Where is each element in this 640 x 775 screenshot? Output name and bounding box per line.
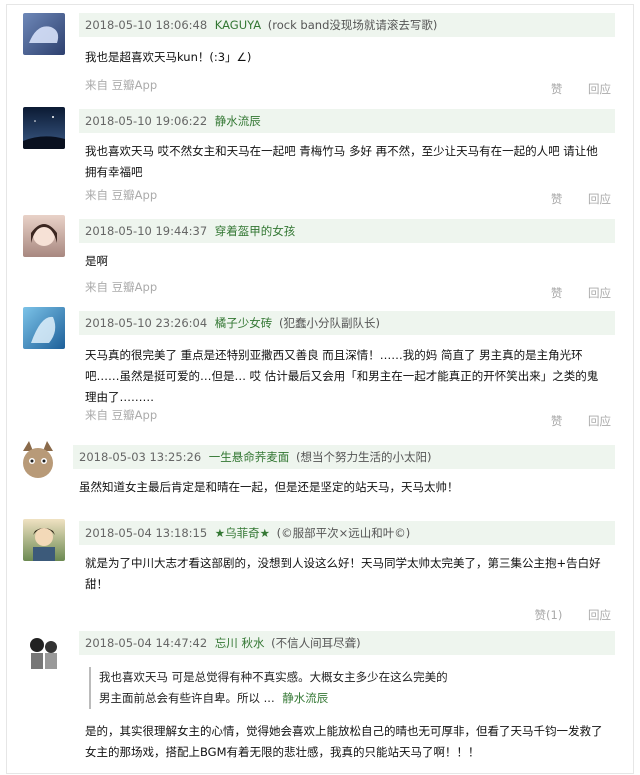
user-signature: (想当个努力生活的小太阳) [295,450,432,464]
reply-button[interactable]: 回应 [588,192,611,206]
reply-button[interactable]: 回应 [588,414,611,428]
reply-button[interactable]: 回应 [588,286,611,300]
comment-date: 2018-05-10 19:44:37 [85,224,208,238]
comment-meta: 2018-05-10 18:06:48 KAGUYA (rock band没现场… [79,13,615,37]
like-button[interactable]: 赞 [551,414,563,428]
quote-author[interactable]: 静水流辰 [282,691,328,705]
comment-username[interactable]: 忘川 秋水 [215,636,265,650]
avatar[interactable] [17,439,59,481]
comment-meta: 2018-05-10 23:26:04 橘子少女砖 (犯蠢小分队副队长) [79,311,615,335]
comment-meta: 2018-05-03 13:25:26 一生悬命荞麦面 (想当个努力生活的小太阳… [73,445,615,469]
comment-username[interactable]: KAGUYA [215,18,261,32]
comment-date: 2018-05-10 18:06:48 [85,18,208,32]
user-signature: (不信人间耳尽聋) [271,636,361,650]
avatar[interactable] [23,13,65,55]
user-signature: (犯蠢小分队副队长) [278,316,380,330]
comment-source: 来自 豆瓣App [85,408,158,422]
comment-date: 2018-05-10 23:26:04 [85,316,208,330]
comment-text: 就是为了中川大志才看这部剧的，没想到人设这么好！天马同学太帅太完美了，第三集公主… [85,556,601,591]
comment-text: 天马真的很完美了 重点是还特别亚撒西又善良 而且深情！……我的妈 简直了 男主真… [85,348,599,404]
comment-actions: 赞 回应 [529,285,611,301]
comment-username[interactable]: ★乌菲奇★ [215,526,270,540]
comment-text: 虽然知道女主最后肯定是和晴在一起，但是还是坚定的站天马，天马太帅！ [79,480,459,494]
comment-item: 2018-05-10 18:06:48 KAGUYA (rock band没现场… [7,5,633,105]
quote-text: 我也喜欢天马 可是总觉得有种不真实感。大概女主多少在这么完美的男主面前总会有些许… [99,670,448,705]
comment-username[interactable]: 静水流辰 [215,114,261,128]
avatar[interactable] [23,107,65,149]
comment-actions: 赞(1) 回应 [513,607,611,623]
avatar[interactable] [23,215,65,257]
quoted-reply: 我也喜欢天马 可是总觉得有种不真实感。大概女主多少在这么完美的男主面前总会有些许… [89,667,449,709]
avatar[interactable] [23,307,65,349]
comment-text: 我也喜欢天马 哎不然女主和天马在一起吧 青梅竹马 多好 再不然，至少让天马有在一… [85,144,598,179]
like-button[interactable]: 赞(1) [535,608,563,622]
comment-text: 是啊 [85,254,108,268]
comment-text: 是的，其实很理解女主的心情，觉得她会喜欢上能放松自己的晴也无可厚非，但看了天马千… [85,724,603,759]
avatar[interactable] [23,631,65,673]
comment-meta: 2018-05-04 13:18:15 ★乌菲奇★ (©服部平次×远山和叶©) [79,521,615,545]
comment-list: 2018-05-10 18:06:48 KAGUYA (rock band没现场… [6,4,634,774]
comment-source: 来自 豆瓣App [85,280,158,294]
user-signature: (rock band没现场就请滚去写歌) [267,18,438,32]
comment-source: 来自 豆瓣App [85,188,158,202]
comment-username[interactable]: 穿着盔甲的女孩 [215,224,296,238]
comment-date: 2018-05-04 13:18:15 [85,526,208,540]
comment-meta: 2018-05-10 19:44:37 穿着盔甲的女孩 [79,219,615,243]
comment-date: 2018-05-03 13:25:26 [79,450,202,464]
reply-button[interactable]: 回应 [588,82,611,96]
comment-item: 2018-05-04 13:18:15 ★乌菲奇★ (©服部平次×远山和叶©) … [7,515,633,625]
comment-source: 来自 豆瓣App [85,78,158,92]
comment-text: 我也是超喜欢天马kun！(:3」∠) [85,50,252,64]
comment-item: 2018-05-10 19:44:37 穿着盔甲的女孩 是啊 来自 豆瓣App … [7,215,633,305]
comment-item: 2018-05-10 19:06:22 静水流辰 我也喜欢天马 哎不然女主和天马… [7,103,633,213]
comment-username[interactable]: 橘子少女砖 [215,316,273,330]
avatar[interactable] [23,519,65,561]
comment-actions: 赞 回应 [529,81,611,97]
reply-button[interactable]: 回应 [588,608,611,622]
comment-item: 2018-05-03 13:25:26 一生悬命荞麦面 (想当个努力生活的小太阳… [7,437,633,515]
comment-date: 2018-05-10 19:06:22 [85,114,208,128]
comment-item: 2018-05-04 14:47:42 忘川 秋水 (不信人间耳尽聋) 我也喜欢… [7,627,633,773]
like-button[interactable]: 赞 [551,192,563,206]
comment-item: 2018-05-10 23:26:04 橘子少女砖 (犯蠢小分队副队长) 天马真… [7,305,633,435]
like-button[interactable]: 赞 [551,82,563,96]
comment-meta: 2018-05-10 19:06:22 静水流辰 [79,109,615,133]
comment-date: 2018-05-04 14:47:42 [85,636,208,650]
comment-username[interactable]: 一生悬命荞麦面 [209,450,290,464]
comment-actions: 赞 回应 [529,191,611,207]
comment-meta: 2018-05-04 14:47:42 忘川 秋水 (不信人间耳尽聋) [79,631,615,655]
comment-actions: 赞 回应 [529,413,611,429]
like-button[interactable]: 赞 [551,286,563,300]
user-signature: (©服部平次×远山和叶©) [276,526,411,540]
